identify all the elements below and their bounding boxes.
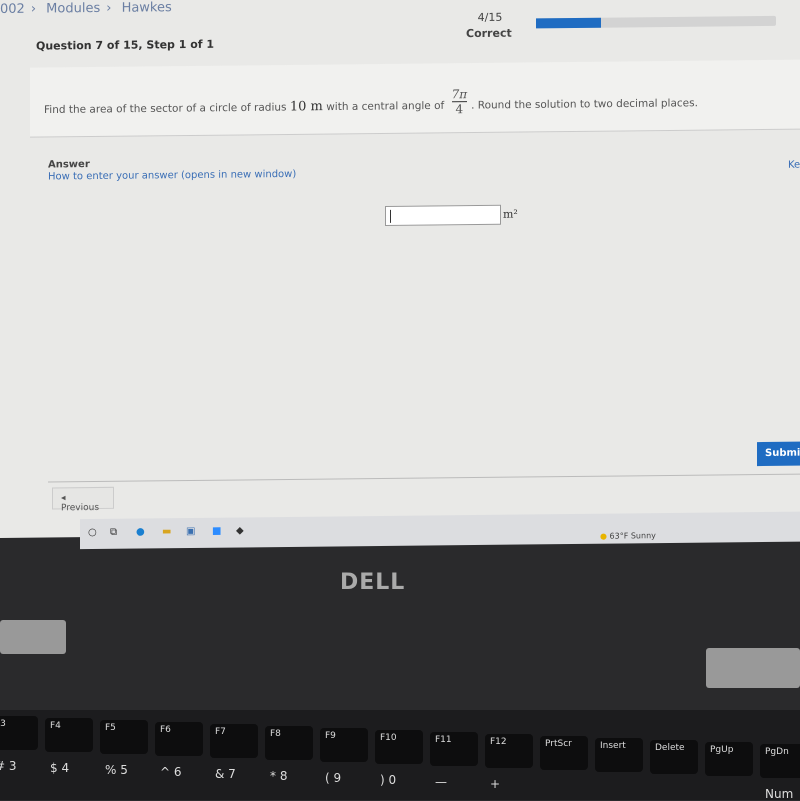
key-bottom-label: $ 4 <box>50 761 70 775</box>
key-top-label: F9 <box>325 731 336 741</box>
store-icon[interactable]: ▣ <box>186 526 195 537</box>
question-text-mid: with a central angle of <box>326 99 445 114</box>
keyboard: F3 # 3 F4 $ 4 F5 % 5 F6 ^ 6 F7 & 7 F8 * 8 F9 ( 9 F10 ) … <box>0 710 800 801</box>
key[interactable]: F10 ) 0 <box>375 730 423 787</box>
key[interactable]: F3 # 3 <box>0 716 38 773</box>
key-bottom-label: ^ 6 <box>160 765 182 779</box>
question-label: Question 7 of 15, Step 1 of 1 <box>36 37 215 53</box>
breadcrumb-item[interactable]: 002 <box>0 2 25 17</box>
previous-button[interactable]: ◂ Previous <box>52 486 114 513</box>
key-bottom-label: — <box>435 775 447 789</box>
key-top-label: F7 <box>215 727 226 737</box>
browser-screen: 002 › Modules › Hawkes Question 7 of 15, S… <box>0 0 800 550</box>
key[interactable]: F9 ( 9 <box>320 728 368 785</box>
breadcrumb: 002 › Modules › Hawkes <box>0 0 172 17</box>
key[interactable]: PrtScr <box>540 736 588 770</box>
key[interactable]: F7 & 7 <box>210 724 258 781</box>
hinge <box>0 620 66 654</box>
key-bottom-label: ( 9 <box>325 771 342 785</box>
key-top-label: Insert <box>600 741 626 751</box>
hinge <box>706 648 800 688</box>
question-box: Find the area of the sector of a circle … <box>30 59 800 138</box>
sun-icon: ● <box>600 531 607 541</box>
key[interactable]: PgDn Num <box>760 744 800 801</box>
search-icon[interactable]: ○ <box>88 527 97 538</box>
key-bottom-label: ) 0 <box>380 773 397 787</box>
angle-fraction: 7π 4 <box>451 87 468 117</box>
key[interactable]: PgUp <box>705 742 753 776</box>
radius-value: 10 m <box>289 99 323 115</box>
file-explorer-icon[interactable]: ▬ <box>162 526 171 537</box>
key-top-label: F3 <box>0 719 6 729</box>
answer-label: Answer <box>48 159 90 171</box>
keypad-link[interactable]: Ke <box>788 160 800 171</box>
key-top-label: PrtScr <box>545 739 572 749</box>
key-bottom-label: % 5 <box>105 763 128 777</box>
score: 4/15 <box>477 10 503 24</box>
key-bottom-label: + <box>490 777 501 791</box>
help-link[interactable]: How to enter your answer (opens in new w… <box>48 169 296 183</box>
divider <box>48 473 800 483</box>
key-top-label: PgDn <box>765 747 789 757</box>
key-top-label: F4 <box>50 721 61 731</box>
key-bottom-label: & 7 <box>215 767 236 781</box>
key[interactable]: Insert <box>595 738 643 772</box>
key-top-label: F8 <box>270 729 281 739</box>
key[interactable]: F8 * 8 <box>265 726 313 783</box>
progress-bar <box>536 15 776 29</box>
key-top-label: F6 <box>160 725 171 735</box>
taskbar: ○ ⧉ ● ▬ ▣ ■ ◆ ● 63°F Sunny <box>80 511 800 550</box>
score-status: Correct <box>466 26 512 41</box>
key-top-label: F10 <box>380 733 397 743</box>
weather-text: 63°F Sunny <box>609 531 656 541</box>
key-bottom-label: # 3 <box>0 759 17 773</box>
key-bottom-label: * 8 <box>270 769 288 783</box>
zoom-icon[interactable]: ■ <box>212 526 221 537</box>
key[interactable]: F5 % 5 <box>100 720 148 777</box>
denominator: 4 <box>455 102 464 117</box>
key-top-label: Delete <box>655 743 685 753</box>
key[interactable]: F12 + <box>485 734 533 791</box>
submit-button[interactable]: Submi <box>757 441 800 467</box>
task-view-icon[interactable]: ⧉ <box>110 527 117 538</box>
key[interactable]: F6 ^ 6 <box>155 722 203 779</box>
key[interactable]: F4 $ 4 <box>45 718 93 775</box>
unit-label: m² <box>503 207 518 221</box>
question-text: Find the area of the sector of a circle … <box>44 87 698 125</box>
breadcrumb-item[interactable]: Modules <box>46 1 100 17</box>
question-text-after: . Round the solution to two decimal plac… <box>471 97 698 112</box>
key[interactable]: Delete <box>650 740 698 774</box>
key-bottom-label: Num <box>765 787 794 801</box>
question-text-before: Find the area of the sector of a circle … <box>44 101 287 117</box>
weather-widget[interactable]: ● 63°F Sunny <box>600 531 656 541</box>
dell-logo: DELL <box>340 570 406 595</box>
edge-icon[interactable]: ● <box>136 526 145 537</box>
inkscape-icon[interactable]: ◆ <box>236 525 244 536</box>
key-top-label: F11 <box>435 735 452 745</box>
breadcrumb-item[interactable]: Hawkes <box>122 0 172 16</box>
answer-input[interactable] <box>385 204 501 226</box>
numerator: 7π <box>451 87 468 103</box>
key[interactable]: F11 — <box>430 732 478 789</box>
progress-fill <box>536 17 601 29</box>
key-top-label: F12 <box>490 737 507 747</box>
key-top-label: PgUp <box>710 745 734 755</box>
key-top-label: F5 <box>105 723 116 733</box>
